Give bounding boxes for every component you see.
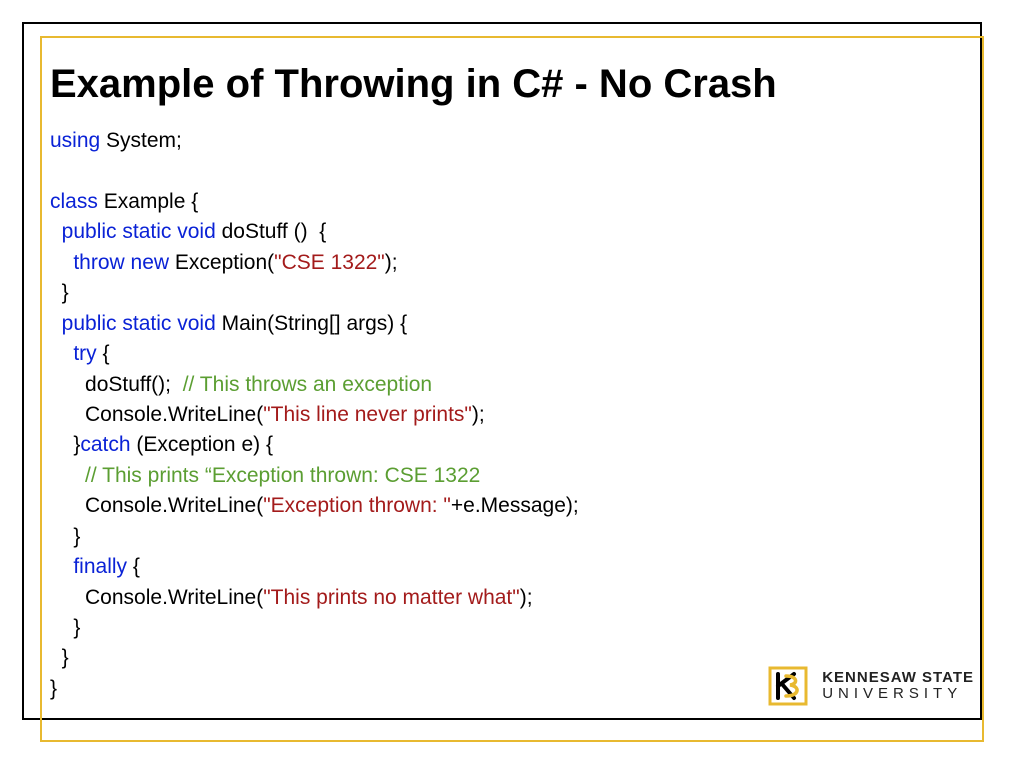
code-comment: // This throws an exception (183, 373, 432, 396)
code-text: Console.WriteLine( (85, 586, 263, 609)
logo-line2: UNIVERSITY (822, 686, 974, 702)
code-text: } (50, 677, 57, 700)
code-text: Exception( (169, 251, 274, 274)
university-logo: KENNESAW STATE UNIVERSITY (764, 662, 974, 710)
code-text: Console.WriteLine( (85, 403, 263, 426)
code-comment: // This prints “Exception thrown: CSE 13… (85, 464, 480, 487)
code-block: using System; class Example { public sta… (50, 126, 970, 704)
code-text: System; (100, 129, 182, 152)
code-text: +e.Message); (451, 494, 579, 517)
code-string: "This prints no matter what" (263, 586, 520, 609)
code-text: ); (472, 403, 485, 426)
logo-line1: KENNESAW STATE (822, 670, 974, 686)
code-text: doStuff(); (85, 373, 183, 396)
slide-content: Example of Throwing in C# - No Crash usi… (50, 60, 970, 704)
code-text: Example { (98, 190, 198, 213)
code-keyword: throw new (73, 251, 169, 274)
code-text: Console.WriteLine( (85, 494, 263, 517)
code-text: { (127, 555, 140, 578)
code-keyword: class (50, 190, 98, 213)
code-text: (Exception e) { (131, 433, 273, 456)
slide-title: Example of Throwing in C# - No Crash (50, 60, 970, 108)
code-keyword: using (50, 129, 100, 152)
code-keyword: public static void (62, 312, 216, 335)
code-text: ); (520, 586, 533, 609)
code-string: "Exception thrown: " (263, 494, 451, 517)
code-text: } (62, 281, 69, 304)
code-text: } (73, 616, 80, 639)
code-text: } (62, 646, 69, 669)
code-text: Main(String[] args) { (216, 312, 407, 335)
code-text: doStuff () { (216, 220, 327, 243)
code-keyword: public static void (62, 220, 216, 243)
code-text: { (97, 342, 110, 365)
code-keyword: finally (73, 555, 127, 578)
code-text: } (73, 525, 80, 548)
ks-logo-icon (764, 662, 812, 710)
code-string: "This line never prints" (263, 403, 472, 426)
logo-text: KENNESAW STATE UNIVERSITY (822, 670, 974, 702)
code-string: "CSE 1322" (274, 251, 385, 274)
code-keyword: catch (80, 433, 130, 456)
code-text: ); (385, 251, 398, 274)
code-keyword: try (73, 342, 96, 365)
